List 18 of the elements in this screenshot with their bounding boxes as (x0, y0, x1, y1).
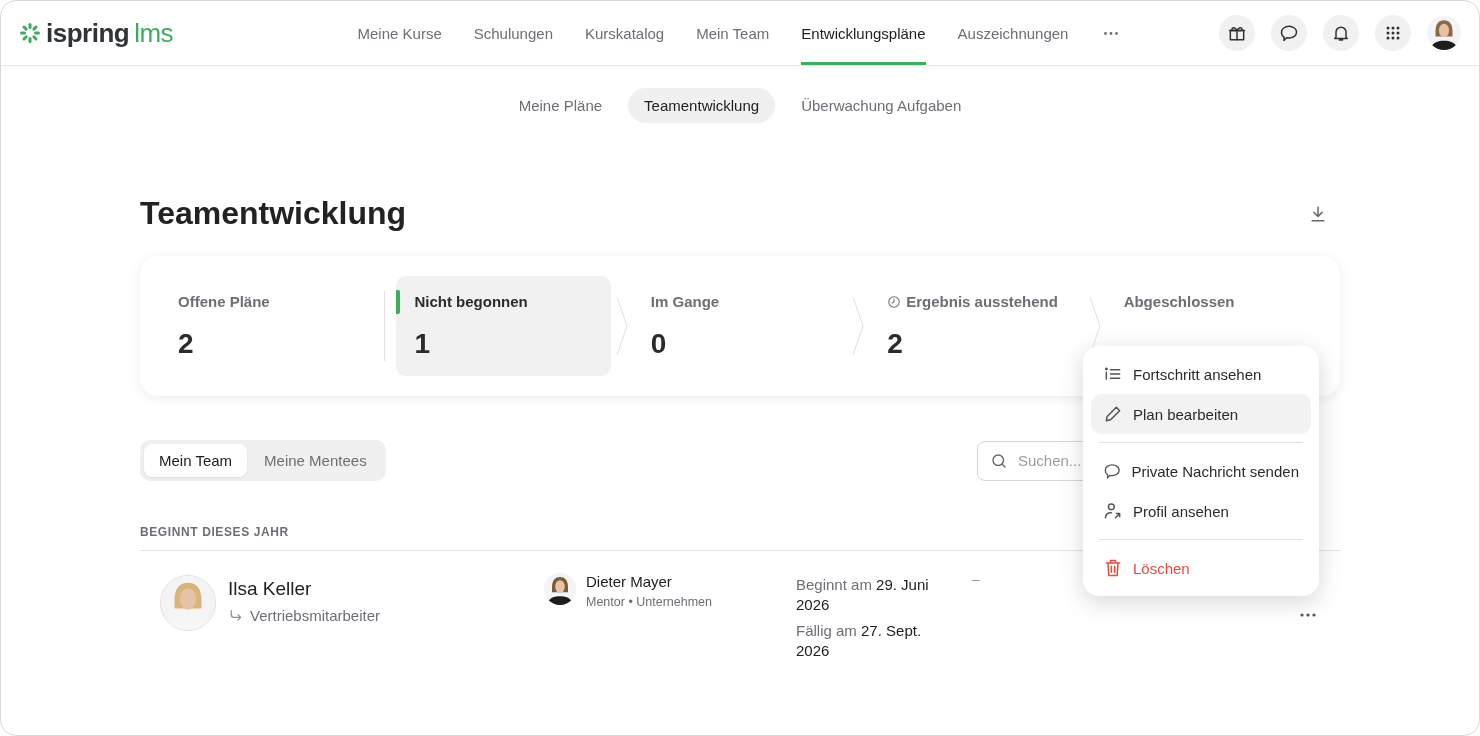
due-date: Fällig am 27. Sept. 2026 (796, 621, 923, 661)
stat-label: Offene Pläne (178, 293, 270, 310)
stat-value: 0 (650, 328, 668, 360)
stat-label: Nicht begonnen (414, 293, 528, 310)
stat-value: 2 (178, 328, 195, 360)
empty-value: – (972, 571, 980, 587)
stat-label: Im Gange (650, 293, 720, 310)
stat-label: Ergebnis ausstehend (906, 293, 1058, 310)
stat-value: 2 (887, 328, 904, 360)
logo-text: ispring (46, 17, 130, 49)
employee-name: Ilsa Keller (228, 578, 313, 600)
page-title: Teamentwicklung (140, 195, 407, 232)
stat-value: 1 (414, 328, 431, 360)
mentor-role: Mentor • Unternehmen (586, 595, 712, 609)
employee-position: Vertriebsmitarbeiter (250, 607, 381, 624)
mentor-name: Dieter Mayer (586, 573, 673, 590)
logo-text: lms (134, 17, 174, 49)
start-date: Beginnt am 29. Juni 2026 (796, 575, 930, 615)
